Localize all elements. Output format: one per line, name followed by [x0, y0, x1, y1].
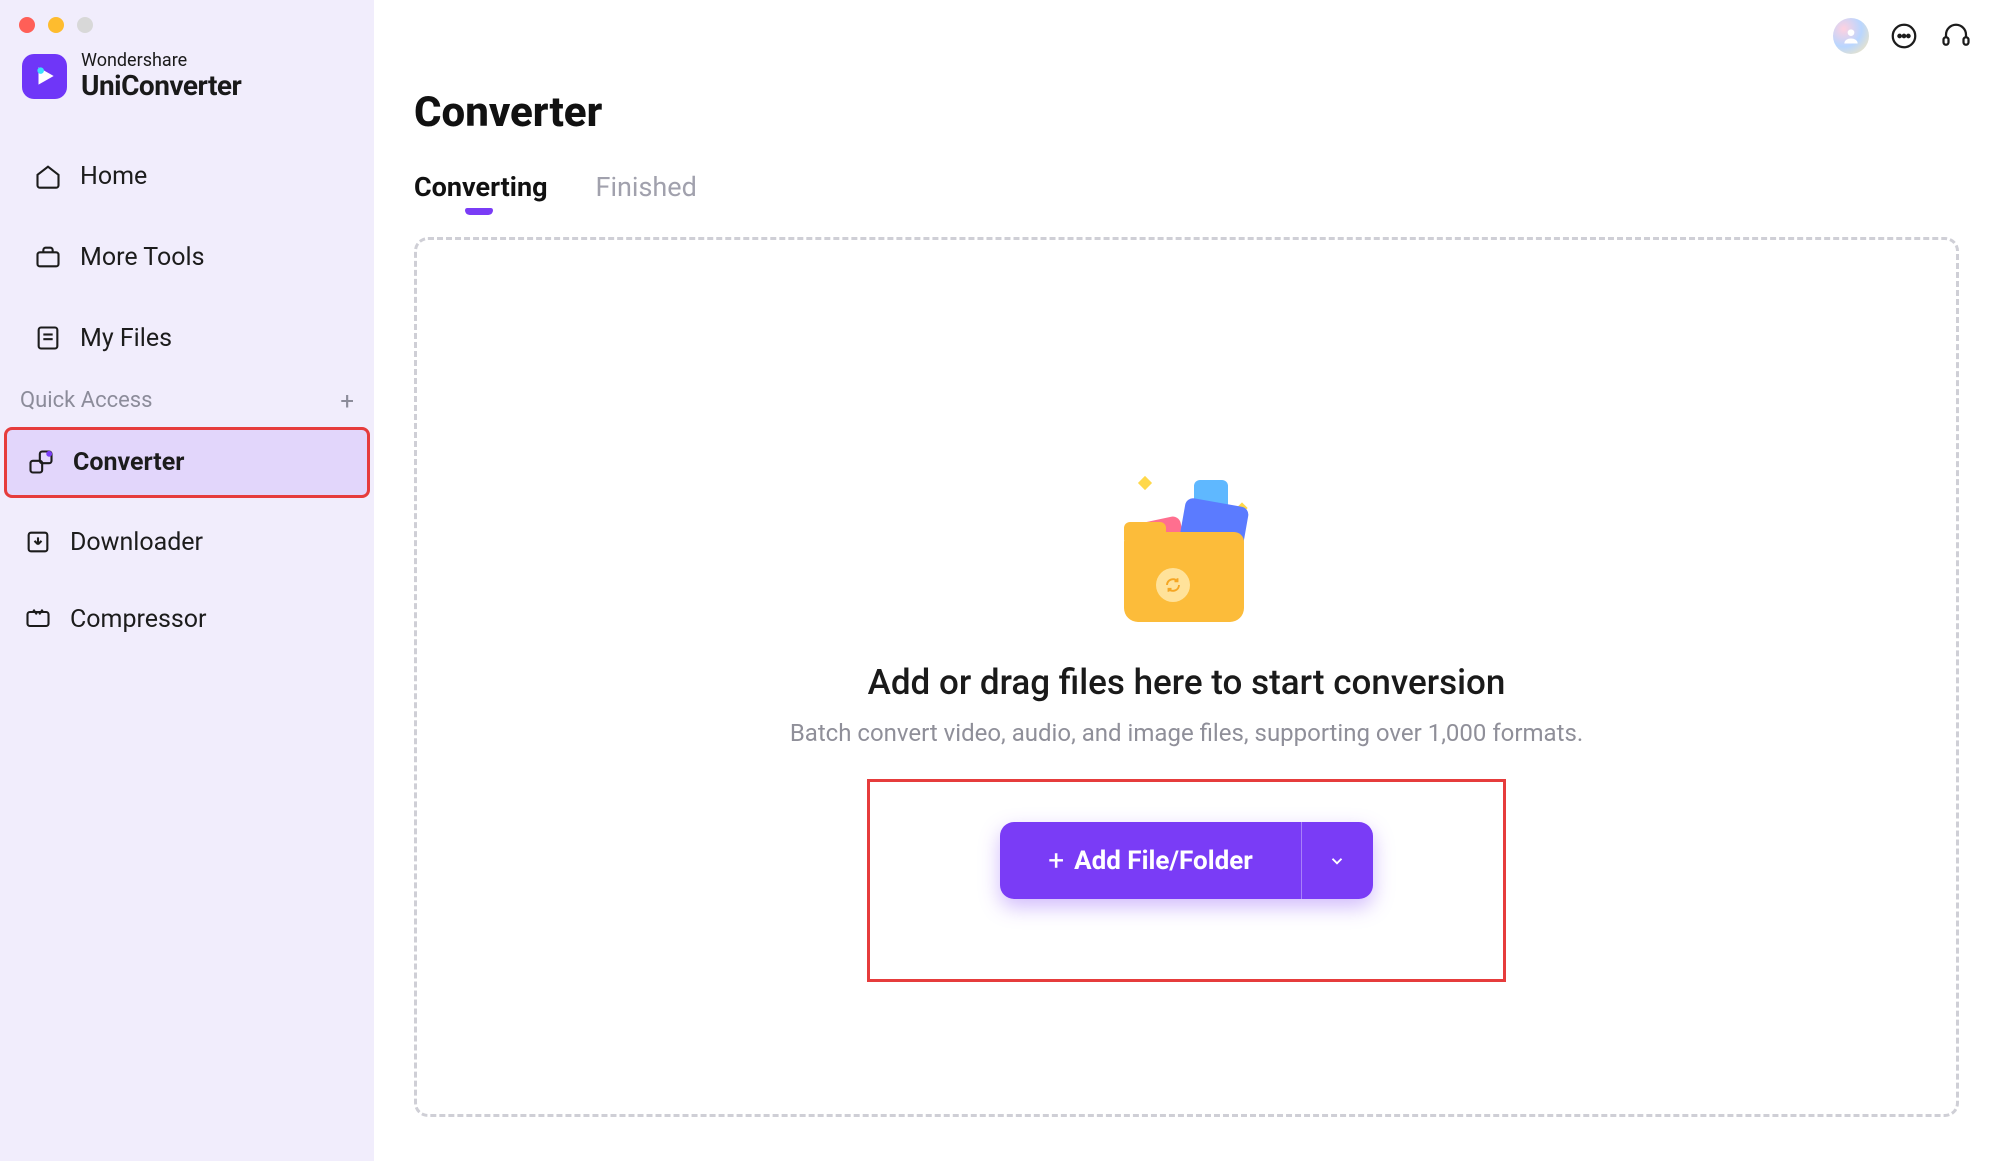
- add-quick-access-button[interactable]: +: [340, 387, 354, 415]
- quick-access-label: Quick Access: [20, 388, 153, 413]
- maximize-window-button[interactable]: [77, 17, 93, 33]
- files-icon: [34, 324, 62, 352]
- close-window-button[interactable]: [19, 17, 35, 33]
- sidebar-item-downloader[interactable]: Downloader: [4, 510, 370, 575]
- downloader-icon: [24, 528, 52, 556]
- brand: Wondershare UniConverter: [0, 33, 374, 102]
- dropzone-title: Add or drag files here to start conversi…: [868, 662, 1506, 703]
- brand-top: Wondershare: [81, 51, 241, 71]
- sidebar-item-converter[interactable]: Converter: [4, 427, 370, 498]
- dropzone-subtitle: Batch convert video, audio, and image fi…: [790, 719, 1583, 747]
- nav-home-label: Home: [80, 162, 147, 191]
- tab-finished[interactable]: Finished: [596, 171, 697, 213]
- brand-bottom: UniConverter: [81, 71, 241, 102]
- page-title: Converter: [414, 88, 1959, 137]
- compressor-icon: [24, 605, 52, 633]
- nav-home[interactable]: Home: [14, 144, 360, 209]
- sidebar-item-converter-label: Converter: [73, 448, 184, 477]
- add-file-button-group: + Add File/Folder: [1000, 822, 1373, 899]
- home-icon: [34, 162, 62, 190]
- sidebar-item-compressor-label: Compressor: [70, 605, 207, 634]
- nav-my-files-label: My Files: [80, 324, 172, 353]
- plus-icon: +: [1048, 844, 1064, 877]
- add-file-button-label: Add File/Folder: [1074, 846, 1253, 876]
- add-file-dropdown-button[interactable]: [1301, 822, 1373, 899]
- nav-my-files[interactable]: My Files: [14, 306, 360, 371]
- window-controls: [0, 0, 374, 33]
- nav-more-tools-label: More Tools: [80, 243, 205, 272]
- sidebar-item-compressor[interactable]: Compressor: [4, 587, 370, 652]
- converter-icon: [27, 448, 55, 476]
- cta-highlight-box: + Add File/Folder: [867, 779, 1506, 982]
- app-logo-icon: [22, 54, 67, 99]
- sidebar: Wondershare UniConverter Home More Tools…: [0, 0, 374, 1161]
- nav-more-tools[interactable]: More Tools: [14, 225, 360, 290]
- feedback-icon[interactable]: [1887, 19, 1921, 53]
- tab-converting[interactable]: Converting: [414, 171, 548, 213]
- chevron-down-icon: [1328, 852, 1346, 870]
- sidebar-item-downloader-label: Downloader: [70, 528, 203, 557]
- support-icon[interactable]: [1939, 19, 1973, 53]
- dropzone-illustration: [1102, 460, 1272, 630]
- add-file-button[interactable]: + Add File/Folder: [1000, 822, 1301, 899]
- dropzone[interactable]: Add or drag files here to start conversi…: [414, 237, 1959, 1117]
- quick-access-header: Quick Access +: [0, 387, 374, 415]
- tabs: Converting Finished: [414, 171, 1959, 213]
- minimize-window-button[interactable]: [48, 17, 64, 33]
- user-avatar[interactable]: [1833, 18, 1869, 54]
- main-content: Converter Converting Finished Add or dra…: [374, 0, 1999, 1161]
- toolbox-icon: [34, 243, 62, 271]
- topbar: [1833, 18, 1973, 54]
- primary-nav: Home More Tools My Files: [0, 144, 374, 371]
